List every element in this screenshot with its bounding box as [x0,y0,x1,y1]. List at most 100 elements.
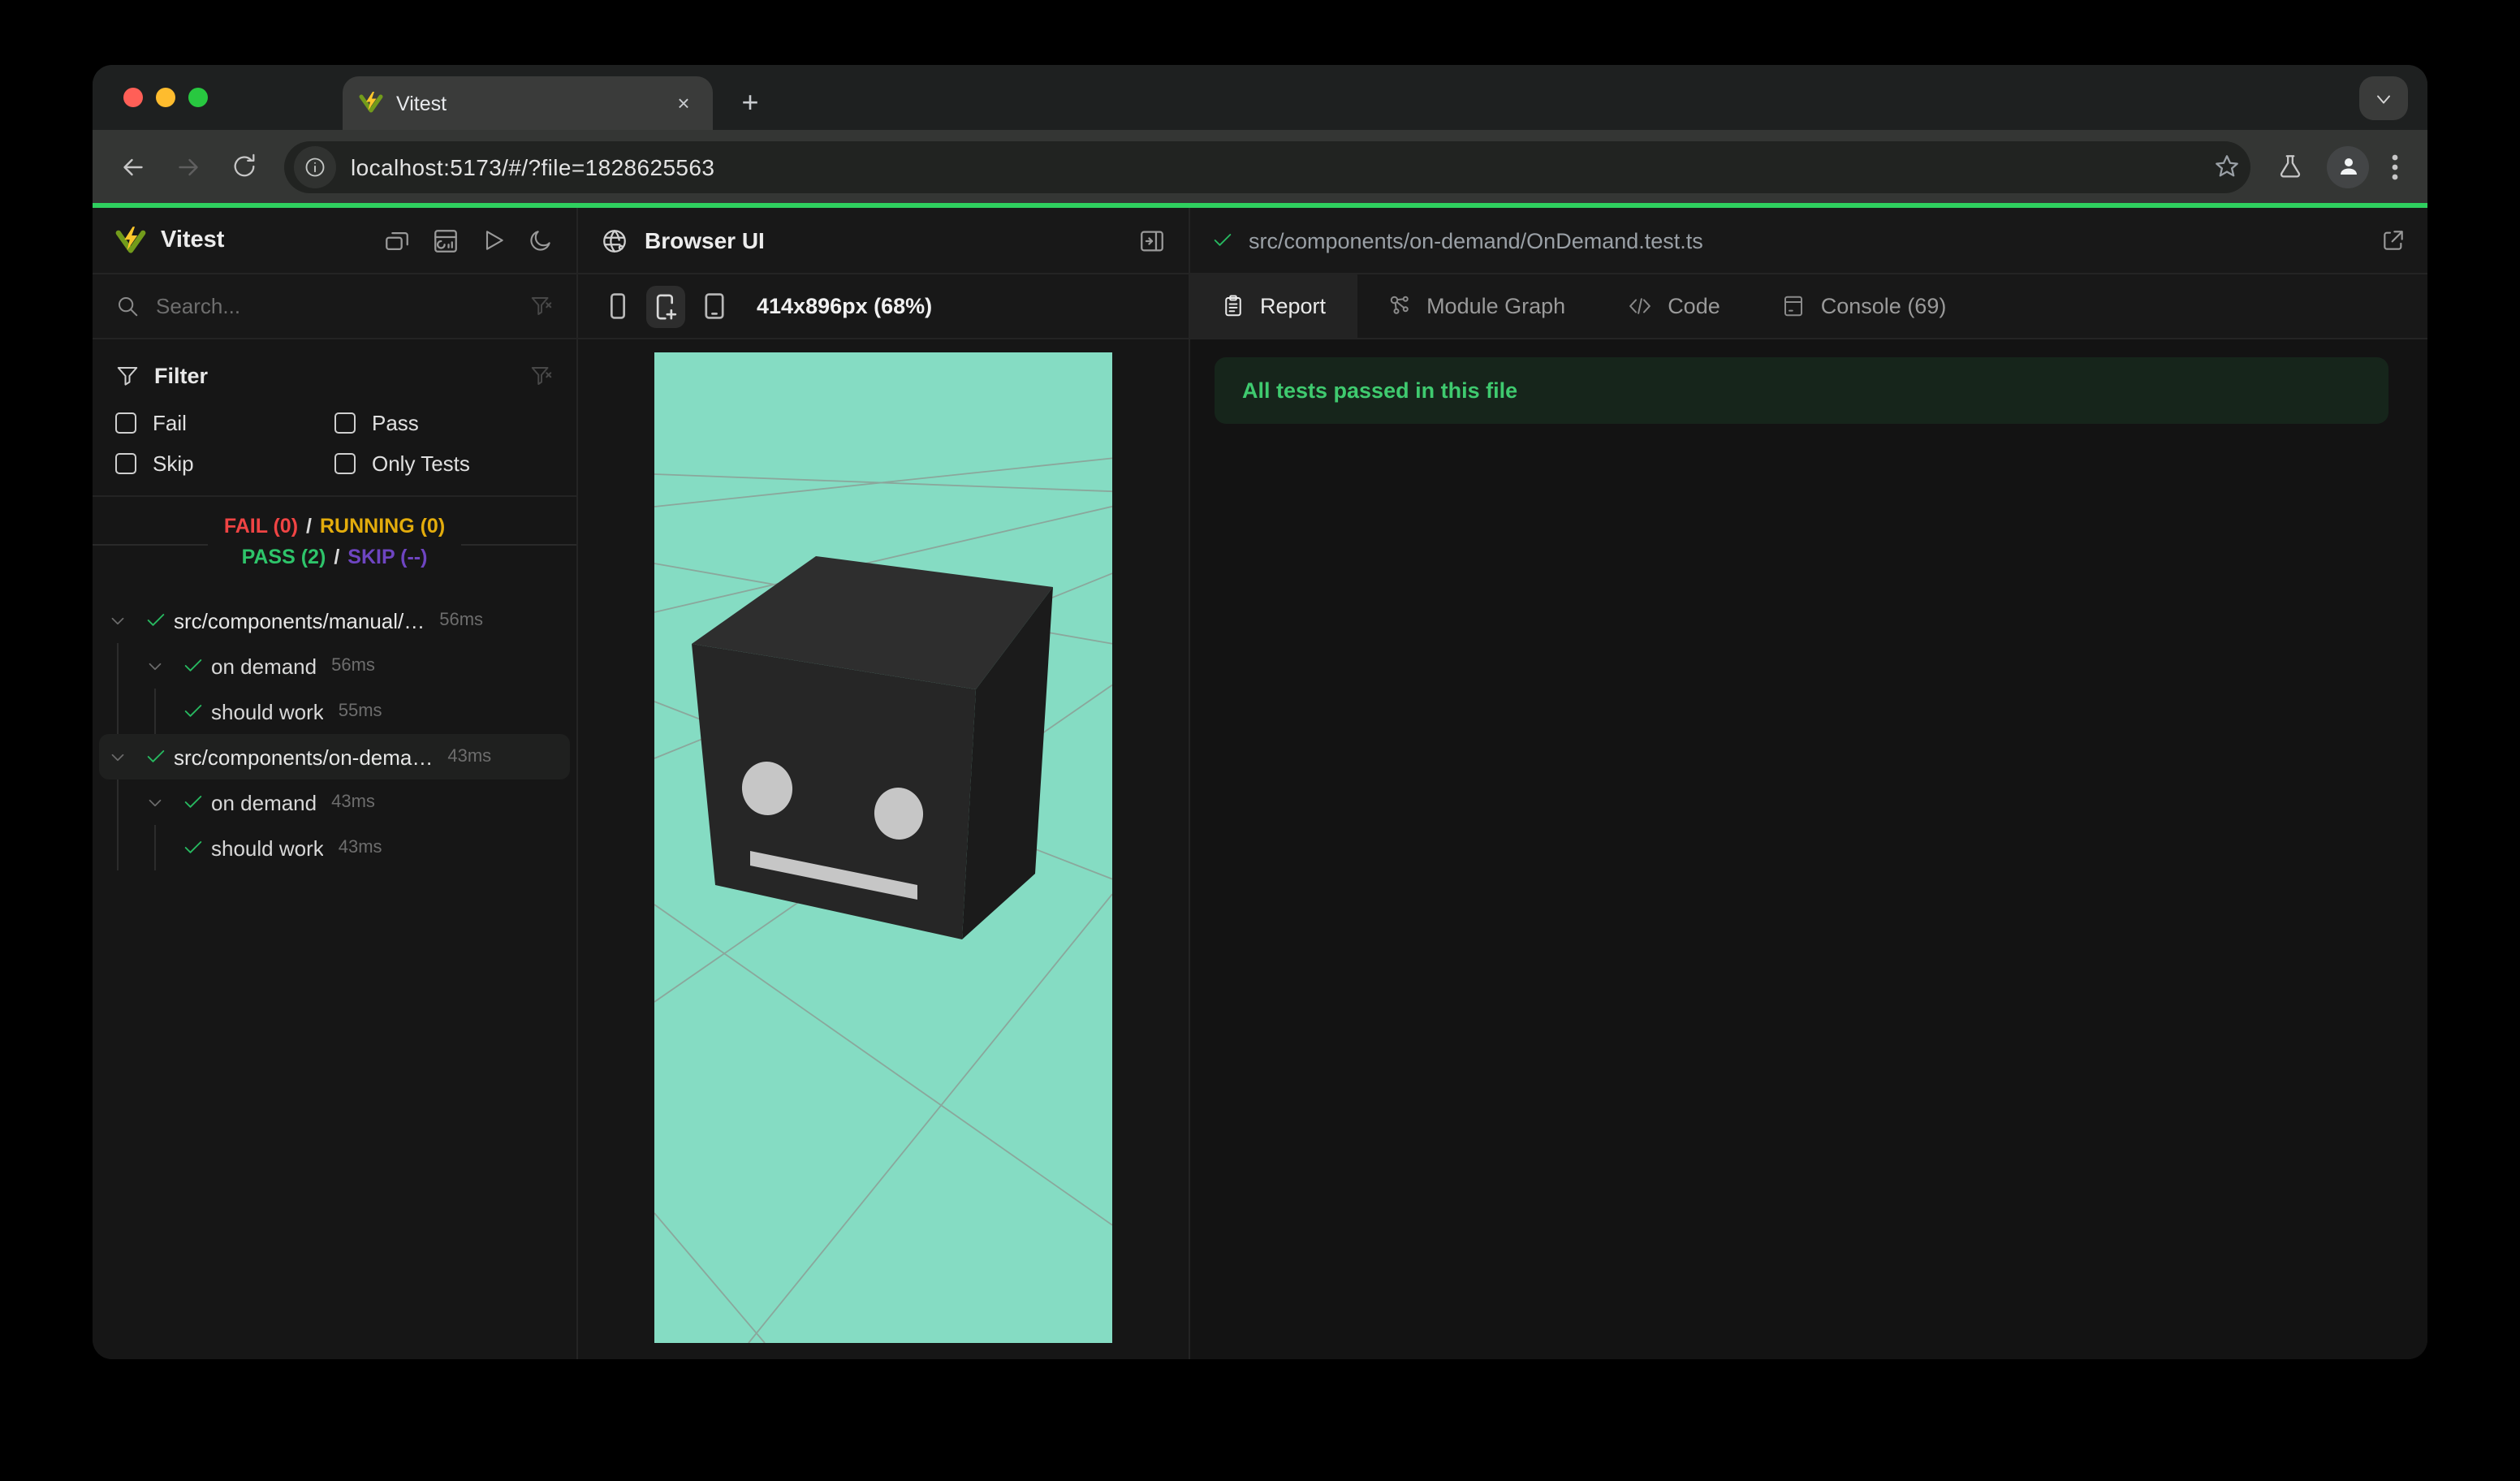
report-body: All tests passed in this file [1190,339,2427,1359]
tab-label: Code [1668,294,1720,318]
tab-code[interactable]: Code [1596,274,1751,338]
browser-preview-canvas[interactable] [654,352,1112,1343]
search-row [93,274,576,339]
tab-label: Console (69) [1820,294,1947,318]
test-file-row-selected[interactable]: src/components/on-dema… 43ms [99,734,570,779]
viewport-size-label: 414x896px (68%) [757,294,933,318]
close-window-button[interactable] [123,88,143,107]
sidebar: Vitest Search... Filter Fail Pass Skip O… [93,208,578,1359]
device-phone-button[interactable] [646,285,685,327]
minimize-window-button[interactable] [156,88,175,107]
checkbox[interactable] [334,412,356,434]
test-case-name: should work [211,835,324,860]
test-file-name: src/components/manual/… [174,608,425,633]
chevron-down-icon[interactable] [107,610,128,631]
device-narrow-phone-button[interactable] [598,285,636,327]
chevron-down-icon[interactable] [145,792,166,813]
checkbox[interactable] [334,453,356,474]
test-file-row[interactable]: src/components/manual/… 56ms [99,598,570,643]
bookmark-star-icon[interactable] [2213,153,2241,180]
vitest-logo [115,226,146,253]
test-suite-row[interactable]: on demand 56ms [99,643,570,689]
code-icon [1629,298,1651,314]
filter-option-pass[interactable]: Pass [334,411,554,435]
url-text[interactable]: localhost:5173/#/?file=1828625563 [351,153,2213,179]
preview-body [578,339,1189,1359]
browser-window: Vitest × + localhost:5173/#/?file=182862… [93,65,2427,1359]
test-case-name: should work [211,699,324,723]
toggle-panel-icon[interactable] [1138,227,1166,254]
chevron-down-icon[interactable] [145,655,166,676]
test-suite-name: on demand [211,654,317,678]
chevron-down-icon[interactable] [107,746,128,767]
browser-ui-panel: Browser UI 414x896px (68%) [578,208,1190,1359]
tab-console[interactable]: Console (69) [1751,274,1978,338]
screen: Vitest × + localhost:5173/#/?file=182862… [0,0,2520,1481]
clear-filter-icon[interactable] [529,294,554,318]
panel-title: Browser UI [645,227,765,253]
tab-module-graph[interactable]: Module Graph [1357,274,1596,338]
search-icon [119,297,138,317]
checkbox[interactable] [115,453,136,474]
tab-search-button[interactable] [2359,76,2408,120]
site-info-button[interactable] [294,145,336,188]
checkbox[interactable] [115,412,136,434]
experiments-flask-icon[interactable] [2276,153,2304,180]
pass-count: PASS (2) [241,546,326,568]
dashboard-icon[interactable] [432,227,460,254]
info-icon [305,157,325,176]
pass-check-icon [146,750,164,762]
separator: / [334,546,340,568]
reload-icon [233,153,254,177]
address-bar[interactable]: localhost:5173/#/?file=1828625563 [284,140,2250,192]
dark-mode-moon-icon[interactable] [528,227,554,253]
ui-windows-icon[interactable] [383,227,411,254]
kebab-menu-icon[interactable] [2392,153,2398,179]
filter-option-fail[interactable]: Fail [115,411,334,435]
console-icon [1784,296,1803,317]
forward-icon [179,158,198,175]
tablet-icon [705,293,724,319]
test-case-row[interactable]: should work 55ms [99,689,570,734]
pass-check-icon [183,841,201,853]
checkbox-label: Only Tests [372,451,470,476]
tab-report[interactable]: Report [1190,274,1357,338]
test-duration: 56ms [439,611,484,630]
browser-tab[interactable]: Vitest × [343,76,713,130]
test-duration: 43ms [338,838,382,857]
test-suite-row[interactable]: on demand 43ms [99,779,570,825]
summary-line-2: PASS (2) / SKIP (--) [224,542,445,573]
back-button[interactable] [109,142,158,191]
tab-label: Module Graph [1426,294,1566,318]
filter-option-only-tests[interactable]: Only Tests [334,451,554,476]
checkbox-label: Fail [153,411,187,435]
traffic-lights [123,88,253,107]
test-summary: FAIL (0) / RUNNING (0) PASS (2) / SKIP (--) [93,497,576,589]
test-duration: 43ms [447,747,492,766]
app-title: Vitest [161,227,225,253]
device-tablet-button[interactable] [695,285,734,327]
forward-button[interactable] [164,142,213,191]
funnel-icon [117,366,138,385]
search-input[interactable] [156,294,513,318]
test-case-row[interactable]: should work 43ms [99,825,570,870]
profile-avatar[interactable] [2327,145,2369,188]
open-external-icon[interactable] [2380,227,2406,253]
summary-line-1: FAIL (0) / RUNNING (0) [224,512,445,542]
filter-section: Filter Fail Pass Skip Only Tests [93,339,576,497]
checkbox-label: Skip [153,451,194,476]
run-all-icon[interactable] [481,227,507,253]
filter-title: Filter [154,363,209,387]
clear-filter-icon[interactable] [529,363,554,387]
pass-check-icon [183,796,201,808]
tab-close-icon[interactable]: × [671,90,697,116]
vitest-favicon [359,92,383,113]
filter-option-skip[interactable]: Skip [115,451,334,476]
test-tree: src/components/manual/… 56ms on demand 5… [93,589,576,1359]
skip-count: SKIP (--) [347,546,428,568]
new-tab-button[interactable]: + [729,81,771,123]
test-duration: 55ms [338,702,382,721]
back-icon [123,158,143,175]
reload-button[interactable] [219,142,268,191]
zoom-window-button[interactable] [188,88,208,107]
